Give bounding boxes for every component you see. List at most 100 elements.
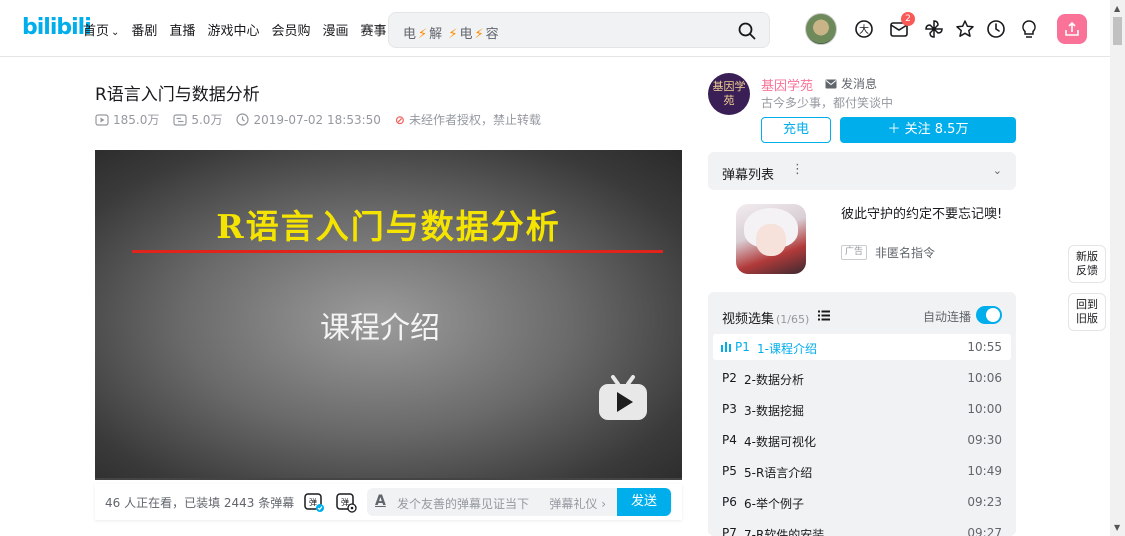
danmaku-info: 46 人正在看，已装填 2443 条弹幕 xyxy=(105,496,295,510)
chevron-down-icon[interactable]: ⌄ xyxy=(993,164,1002,177)
progress-bar[interactable] xyxy=(95,478,682,480)
nav-home[interactable]: 首页 ⌄ xyxy=(83,20,119,39)
uploader-name[interactable]: 基因学苑 xyxy=(761,75,813,94)
episode-name: 4-数据可视化 xyxy=(744,435,816,449)
nav-mall[interactable]: 会员购 xyxy=(271,20,310,39)
bolt-icon: ⚡ xyxy=(418,27,428,42)
nav-live[interactable]: 直播 xyxy=(169,20,195,39)
bilibili-logo[interactable]: bilibili xyxy=(22,15,92,40)
episode-item[interactable]: P7 7-R软件的安装 09:27 xyxy=(713,520,1011,536)
ad-card[interactable]: 彼此守护的约定不要忘记噢! 广告 非匿名指令 xyxy=(708,199,1016,279)
danmaku-list-label: 弹幕列表 xyxy=(722,168,775,183)
ad-title[interactable]: 彼此守护的约定不要忘记噢! xyxy=(841,205,1016,224)
back-to-old-version-button[interactable]: 回到 旧版 xyxy=(1068,293,1106,331)
episode-name: 2-数据分析 xyxy=(744,373,804,387)
search-ph-part: 容 xyxy=(485,27,499,42)
charge-button[interactable]: 充电 xyxy=(761,117,831,143)
trends-icon[interactable] xyxy=(923,18,945,40)
episode-duration: 10:55 xyxy=(967,340,1002,354)
copyright-notice: ⊘ 未经作者授权，禁止转载 xyxy=(395,111,541,128)
video-frame[interactable]: R语言入门与数据分析 课程介绍 xyxy=(95,150,682,480)
play-button-icon[interactable] xyxy=(598,375,648,421)
ad-thumbnail[interactable] xyxy=(736,204,806,274)
episode-list: 视频选集 (1/65) 自动连播 P1 1-课程介绍 10:55 P2 2-数据分… xyxy=(708,292,1016,536)
danmaku-icon xyxy=(173,113,187,126)
search-ph-part: 电 xyxy=(403,27,417,42)
search-box[interactable]: 电 ⚡ 解 ⚡ 电 ⚡ 容 xyxy=(388,12,770,48)
top-nav: 首页 ⌄ 番剧 直播 游戏中心 会员购 漫画 赛事 xyxy=(83,20,387,39)
search-input[interactable]: 电 ⚡ 解 ⚡ 电 ⚡ 容 xyxy=(403,23,499,42)
list-view-icon[interactable] xyxy=(818,310,830,321)
clock-icon xyxy=(236,113,250,126)
episode-item[interactable]: P3 3-数据挖掘 10:00 xyxy=(713,396,1011,422)
uploader-signature: 古今多少事，都付笑谈中 xyxy=(761,96,894,110)
history-clock-icon[interactable] xyxy=(985,18,1007,40)
danmaku-count-value: 5.0万 xyxy=(191,113,223,127)
episode-item[interactable]: P1 1-课程介绍 10:55 xyxy=(713,334,1011,360)
autoplay-toggle[interactable] xyxy=(976,306,1002,324)
send-message-link[interactable]: 发消息 xyxy=(825,75,877,92)
scroll-up-arrow-icon[interactable]: ▲ xyxy=(1114,4,1120,13)
top-header: bilibili 首页 ⌄ 番剧 直播 游戏中心 会员购 漫画 赛事 电 ⚡ 解 ⚡ 电… xyxy=(0,0,1110,57)
danmaku-count: 5.0万 xyxy=(173,111,222,128)
episode-item[interactable]: P5 5-R语言介绍 10:49 xyxy=(713,458,1011,484)
nav-anime[interactable]: 番剧 xyxy=(131,20,157,39)
follow-button[interactable]: ＋ 关注 8.5万 xyxy=(840,117,1016,143)
episode-duration: 09:27 xyxy=(967,526,1002,536)
page: bilibili 首页 ⌄ 番剧 直播 游戏中心 会员购 漫画 赛事 电 ⚡ 解 ⚡ 电… xyxy=(0,0,1125,536)
danmaku-list-panel[interactable]: 弹幕列表 ⋮ ⌄ xyxy=(708,152,1016,190)
nav-esports[interactable]: 赛事 xyxy=(360,20,386,39)
page-scrollbar[interactable]: ▲ ▼ xyxy=(1110,0,1125,536)
creation-bulb-icon[interactable] xyxy=(1018,18,1040,40)
scroll-thumb[interactable] xyxy=(1113,17,1122,45)
bolt-icon: ⚡ xyxy=(448,27,458,42)
nav-manga[interactable]: 漫画 xyxy=(322,20,348,39)
font-style-icon[interactable]: A xyxy=(375,493,386,509)
episode-num: P4 xyxy=(722,433,737,447)
view-count-value: 185.0万 xyxy=(113,113,160,127)
ad-badge: 广告 xyxy=(841,245,868,260)
upload-icon xyxy=(1065,21,1079,36)
nav-game-center[interactable]: 游戏中心 xyxy=(207,20,259,39)
message-badge: 2 xyxy=(901,12,915,26)
episode-name: 7-R软件的安装 xyxy=(744,528,825,536)
episode-duration: 09:30 xyxy=(967,433,1002,447)
bolt-icon: ⚡ xyxy=(474,27,484,42)
episode-item[interactable]: P6 6-举个例子 09:23 xyxy=(713,489,1011,515)
uploader-avatar[interactable]: 基因学苑 xyxy=(708,73,750,115)
video-player[interactable]: R语言入门与数据分析 课程介绍 xyxy=(95,150,682,480)
danmaku-settings-icon[interactable]: 弹 xyxy=(335,491,357,513)
episode-list-title: 视频选集 (1/65) xyxy=(722,308,809,327)
episode-num: P5 xyxy=(722,464,737,478)
svg-text:大: 大 xyxy=(859,23,869,36)
premium-icon[interactable]: 大 xyxy=(853,18,875,40)
danmaku-etiquette-link[interactable]: 弹幕礼仪 › xyxy=(549,495,606,512)
search-ph-part: 解 xyxy=(429,27,443,42)
search-ph-part: 电 xyxy=(459,27,473,42)
send-danmaku-button[interactable]: 发送 xyxy=(617,488,671,516)
episode-num: P6 xyxy=(722,495,737,509)
user-avatar[interactable] xyxy=(805,13,837,45)
episode-name: 1-课程介绍 xyxy=(757,342,817,356)
old-version-line: 旧版 xyxy=(1076,312,1098,325)
search-icon[interactable] xyxy=(737,21,757,41)
scroll-down-arrow-icon[interactable]: ▼ xyxy=(1114,523,1120,532)
episode-item[interactable]: P4 4-数据可视化 09:30 xyxy=(713,427,1011,453)
play-count-icon xyxy=(95,113,109,126)
episode-list-label: 视频选集 xyxy=(722,312,775,327)
upload-button[interactable] xyxy=(1057,14,1087,44)
episode-duration: 09:23 xyxy=(967,495,1002,509)
video-title: R语言入门与数据分析 xyxy=(95,85,260,105)
publish-date-value: 2019-07-02 18:53:50 xyxy=(253,112,381,127)
uploader-avatar-text: 基因学苑 xyxy=(712,80,746,107)
ad-source: 非匿名指令 xyxy=(875,246,936,260)
slide-title: R语言入门与数据分析 xyxy=(216,207,561,246)
episode-count: (1/65) xyxy=(776,313,810,326)
episode-item[interactable]: P2 2-数据分析 10:06 xyxy=(713,365,1011,391)
view-count: 185.0万 xyxy=(95,111,159,128)
more-icon[interactable]: ⋮ xyxy=(791,162,804,177)
new-version-feedback-button[interactable]: 新版 反馈 xyxy=(1068,245,1106,283)
favorite-star-icon[interactable] xyxy=(954,18,976,40)
episode-name: 6-举个例子 xyxy=(744,497,804,511)
danmaku-toggle-icon[interactable]: 弹 xyxy=(303,491,325,513)
